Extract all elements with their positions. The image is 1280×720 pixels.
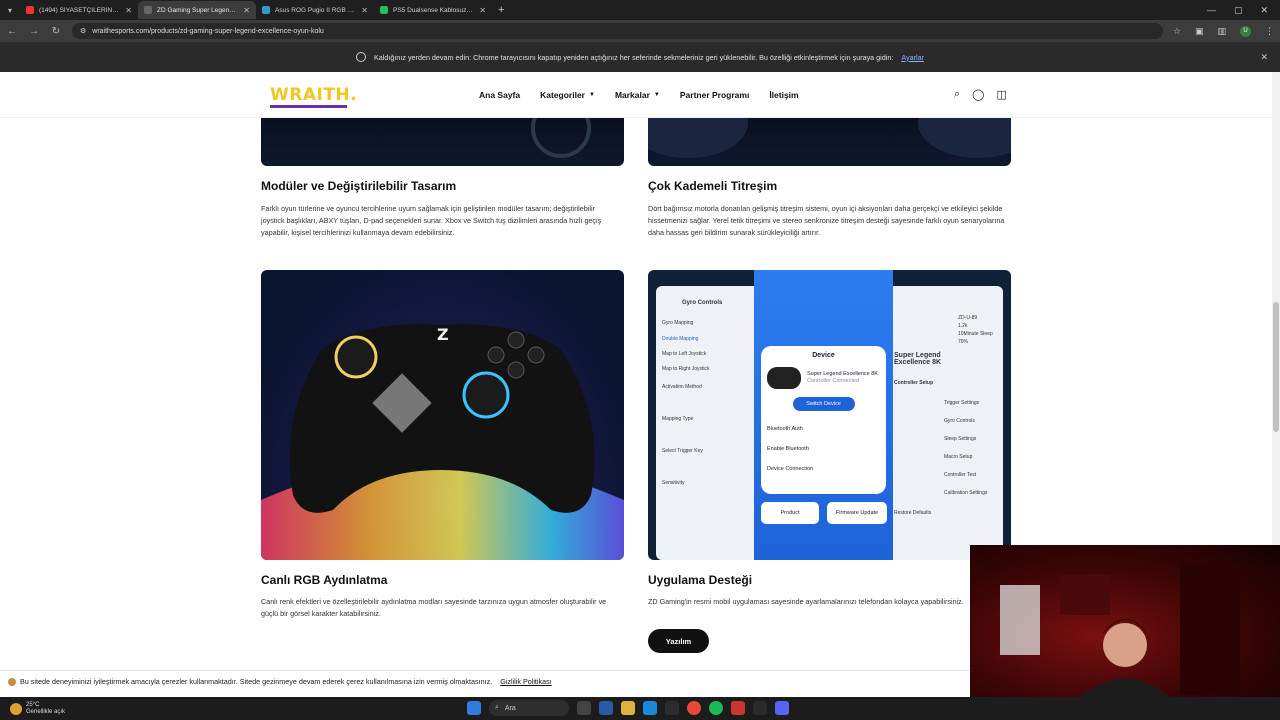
feature-image-rgb: Z: [261, 270, 624, 560]
controller-illustration: Z: [261, 324, 624, 560]
browser-menu-icon[interactable]: ⋮: [1265, 26, 1274, 37]
nav-item-brands[interactable]: Markalar ▼: [615, 90, 660, 100]
controller-thumbnail: [767, 367, 801, 389]
extensions-icon[interactable]: ▣: [1195, 26, 1204, 37]
youtube-icon: [26, 6, 34, 14]
restore-tabs-infobar: Kaldığınız yerden devam edin: Chrome tar…: [0, 42, 1280, 72]
nav-item-categories[interactable]: Kategoriler ▼: [540, 90, 595, 100]
reload-icon[interactable]: ↻: [50, 26, 62, 37]
browser-tab[interactable]: Asus ROG Pugio II RGB Optik K ✕: [256, 1, 374, 19]
site-logo[interactable]: WRAITH.: [270, 85, 357, 105]
feature-text-vibration: Dört bağımsız motorla donatılan gelişmiş…: [648, 204, 1005, 237]
feature-text-rgb: Canlı renk efektleri ve özelleştirilebil…: [261, 597, 607, 618]
profile-avatar[interactable]: U: [1240, 25, 1251, 37]
close-infobar-icon[interactable]: ✕: [1260, 52, 1268, 63]
bookmark-star-icon[interactable]: ☆: [1173, 26, 1181, 37]
new-tab-plus-icon[interactable]: +: [498, 4, 504, 16]
spotify-icon[interactable]: [709, 701, 723, 715]
site-favicon-icon: [262, 6, 270, 14]
minimize-icon[interactable]: —: [1207, 5, 1216, 16]
address-bar: ← → ↻ ⚙ wraithesports.com/products/zd-ga…: [0, 20, 1280, 42]
chevron-down-icon: ▼: [588, 92, 595, 98]
app-phone-center: Device Super Legend Excellence 8K Contro…: [754, 270, 893, 560]
url-input[interactable]: ⚙ wraithesports.com/products/zd-gaming-s…: [72, 23, 1163, 39]
close-tab-icon[interactable]: ✕: [243, 6, 250, 15]
close-tab-icon[interactable]: ✕: [479, 6, 486, 15]
maximize-icon[interactable]: ▢: [1234, 5, 1243, 16]
taskbar-search[interactable]: ⌕ Ara: [489, 700, 569, 716]
feature-image-vibration: [648, 118, 1011, 166]
logo-underline: [270, 105, 347, 108]
weather-sun-icon: [10, 702, 22, 715]
windows-start-icon[interactable]: [467, 701, 481, 715]
close-tab-icon[interactable]: ✕: [125, 6, 132, 15]
site-favicon-icon: [380, 6, 388, 14]
chevron-down-icon: ▼: [653, 92, 660, 98]
weather-widget[interactable]: 25°C Genellikle açık: [0, 702, 65, 716]
restore-icon: [356, 52, 366, 62]
browser-tab[interactable]: PS5 Dualsense Kablosuz Kontro ✕: [374, 1, 492, 19]
copilot-icon[interactable]: [599, 701, 613, 715]
app-phone-right: Super Legend Excellence 8K ZD-U-89 1.2k …: [888, 286, 1003, 560]
cookie-icon: [8, 677, 16, 686]
window-controls: — ▢ ✕: [1207, 5, 1280, 16]
chrome-icon[interactable]: [687, 701, 701, 715]
back-icon[interactable]: ←: [6, 26, 18, 37]
feature-title-app: Uygulama Desteği: [648, 573, 753, 587]
file-explorer-icon[interactable]: [621, 701, 635, 715]
feature-title-rgb: Canlı RGB Aydınlatma: [261, 573, 388, 587]
svg-text:Z: Z: [437, 325, 449, 344]
cart-icon[interactable]: ◫: [996, 88, 1006, 101]
side-panel-icon[interactable]: ▥: [1217, 26, 1226, 37]
browser-tab[interactable]: (1494) SİYASETÇİLERİN YEDİĞİ ✕: [20, 1, 138, 19]
feature-text-modular: Farklı oyun türlerine ve oyuncu tercihle…: [261, 204, 602, 237]
forward-icon[interactable]: →: [28, 26, 40, 37]
cookie-banner: Bu sitede deneyiminizi iyileştirmek amac…: [0, 670, 970, 692]
search-icon[interactable]: ⌕: [954, 88, 960, 101]
account-icon[interactable]: ◯: [972, 88, 984, 101]
steam-icon[interactable]: [753, 701, 767, 715]
webcam-overlay: [970, 545, 1280, 697]
search-icon: ⌕: [495, 704, 499, 711]
browser-tab-active[interactable]: ZD Gaming Super Legend Excell ✕: [138, 1, 256, 19]
site-favicon-icon: [144, 6, 152, 14]
edge-icon[interactable]: [643, 701, 657, 715]
nav-item-partner[interactable]: Partner Programı: [680, 90, 749, 100]
browser-tab-strip: ▾ (1494) SİYASETÇİLERİN YEDİĞİ ✕ ZD Gami…: [0, 0, 1280, 20]
settings-link[interactable]: Ayarlar: [901, 53, 924, 62]
feature-text-app: ZD Gaming'in resmi mobil uygulaması saye…: [648, 597, 964, 606]
discord-icon[interactable]: [775, 701, 789, 715]
scroll-thumb[interactable]: [1273, 302, 1279, 432]
task-view-icon[interactable]: [577, 701, 591, 715]
site-header: WRAITH. Ana Sayfa Kategoriler ▼ Markalar ▼…: [0, 72, 1272, 118]
nav-item-contact[interactable]: İletişim: [769, 90, 798, 100]
feature-title-modular: Modüler ve Değiştirilebilir Tasarım: [261, 179, 457, 193]
feature-title-vibration: Çok Kademeli Titreşim: [648, 179, 778, 193]
close-window-icon[interactable]: ✕: [1260, 5, 1268, 16]
windows-taskbar: 25°C Genellikle açık ⌕ Ara: [0, 697, 1280, 720]
feature-image-app: Gyro Controls Gyro Mapping Double Mappin…: [648, 270, 1011, 560]
tab-list-chevron-icon[interactable]: ▾: [0, 0, 20, 20]
site-info-icon[interactable]: ⚙: [80, 27, 86, 35]
software-button[interactable]: Yazılım: [648, 629, 709, 653]
store-icon[interactable]: [665, 701, 679, 715]
close-tab-icon[interactable]: ✕: [361, 6, 368, 15]
privacy-policy-link[interactable]: Gizlilik Politikası: [500, 677, 552, 686]
nav-item-home[interactable]: Ana Sayfa: [479, 90, 520, 100]
app-icon[interactable]: [731, 701, 745, 715]
feature-image-modular: [261, 118, 624, 166]
main-nav: Ana Sayfa Kategoriler ▼ Markalar ▼ Partner…: [479, 90, 799, 100]
